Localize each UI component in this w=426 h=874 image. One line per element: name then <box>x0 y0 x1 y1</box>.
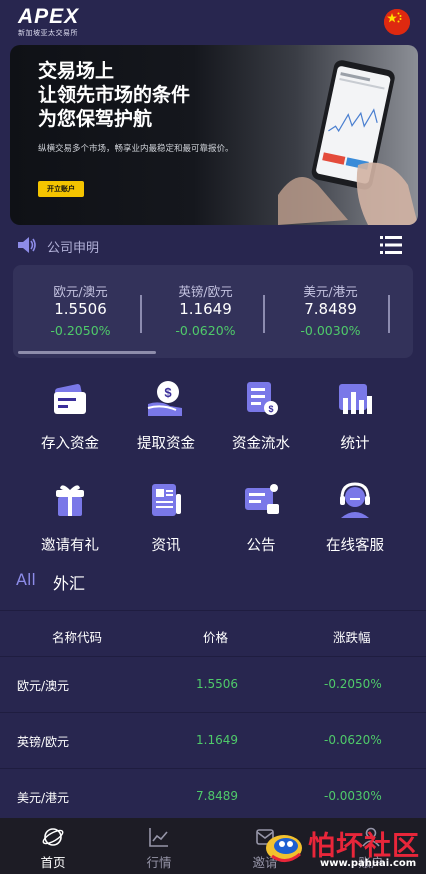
column-header-change: 涨跌幅 <box>333 630 371 645</box>
tab-home[interactable]: 首页 <box>0 818 106 874</box>
announcement-icon <box>245 484 279 514</box>
ticker-divider <box>388 295 390 333</box>
phone-in-hand-image <box>278 60 418 225</box>
banner-description: 纵横交易多个市场，畅享业内最稳定和最可靠报价。 <box>38 144 234 154</box>
column-header-name: 名称代码 <box>52 630 103 645</box>
notice-bar[interactable]: 公司申明 <box>0 230 426 260</box>
header: APEX 新加坡亚太交易所 <box>0 0 426 44</box>
svg-text:$: $ <box>164 385 172 400</box>
invite-reward-button[interactable]: 邀请有礼 <box>20 480 120 564</box>
watermark: 怕坏社区 www.pahuai.com <box>262 820 422 872</box>
market-chart-icon <box>149 828 168 847</box>
withdraw-button[interactable]: $ 提取资金 <box>116 378 216 462</box>
table-row[interactable]: 欧元/澳元 1.5506 -0.2050% <box>0 656 426 712</box>
list-menu-icon[interactable] <box>380 235 402 255</box>
deposit-button[interactable]: 存入资金 <box>20 378 120 462</box>
ticker-carousel[interactable]: 欧元/澳元 1.5506 -0.2050% 英镑/欧元 1.1649 -0.06… <box>13 265 413 358</box>
notice-label: 公司申明 <box>47 241 100 256</box>
withdraw-coin-icon: $ <box>147 381 182 416</box>
ticker-divider <box>263 295 265 333</box>
customer-service-icon <box>340 482 370 518</box>
logo-subtitle: 新加坡亚太交易所 <box>18 29 78 37</box>
ticker-divider <box>140 295 142 333</box>
statistics-chart-icon <box>339 384 372 414</box>
watermark-logo-icon <box>266 835 302 862</box>
svg-text:$: $ <box>268 404 273 414</box>
tab-all[interactable]: All <box>16 570 36 589</box>
carousel-scrollbar[interactable] <box>18 351 156 354</box>
open-account-button[interactable]: 开立账户 <box>38 181 84 197</box>
table-row[interactable]: 美元/港元 7.8489 -0.0030% <box>0 768 426 824</box>
market-tabs: All 外汇 <box>0 570 426 594</box>
ticker-item[interactable]: 美元/港元 7.8489 -0.0030% <box>268 265 393 345</box>
deposit-card-icon <box>54 384 86 414</box>
home-planet-icon <box>42 828 64 846</box>
fund-statement-button[interactable]: $ 资金流水 <box>211 378 311 462</box>
statistics-button[interactable]: 统计 <box>305 378 405 462</box>
customer-service-button[interactable]: 在线客服 <box>305 480 405 564</box>
china-flag-icon[interactable] <box>384 9 410 35</box>
logo[interactable]: APEX 新加坡亚太交易所 <box>18 5 80 38</box>
ticker-item[interactable]: 英镑/欧元 1.1649 -0.0620% <box>143 265 268 345</box>
banner-title: 交易场上 让领先市场的条件 为您保驾护航 <box>38 60 191 130</box>
promo-banner[interactable]: 交易场上 让领先市场的条件 为您保驾护航 纵横交易多个市场，畅享业内最稳定和最可… <box>10 45 418 225</box>
gift-icon <box>56 485 84 516</box>
logo-text: APEX <box>18 5 80 28</box>
column-header-price: 价格 <box>203 630 229 645</box>
tab-forex[interactable]: 外汇 <box>53 570 85 594</box>
fund-statement-icon: $ <box>247 382 278 415</box>
news-icon <box>152 484 181 516</box>
tab-market[interactable]: 行情 <box>106 818 212 874</box>
table-header: 名称代码 价格 涨跌幅 <box>0 610 426 656</box>
watermark-url: www.pahuai.com <box>320 858 417 869</box>
table-row[interactable]: 英镑/欧元 1.1649 -0.0620% <box>0 712 426 768</box>
announcement-button[interactable]: 公告 <box>211 480 311 564</box>
speaker-icon <box>18 237 36 253</box>
news-button[interactable]: 资讯 <box>116 480 216 564</box>
ticker-item[interactable]: 欧元/澳元 1.5506 -0.2050% <box>18 265 143 345</box>
